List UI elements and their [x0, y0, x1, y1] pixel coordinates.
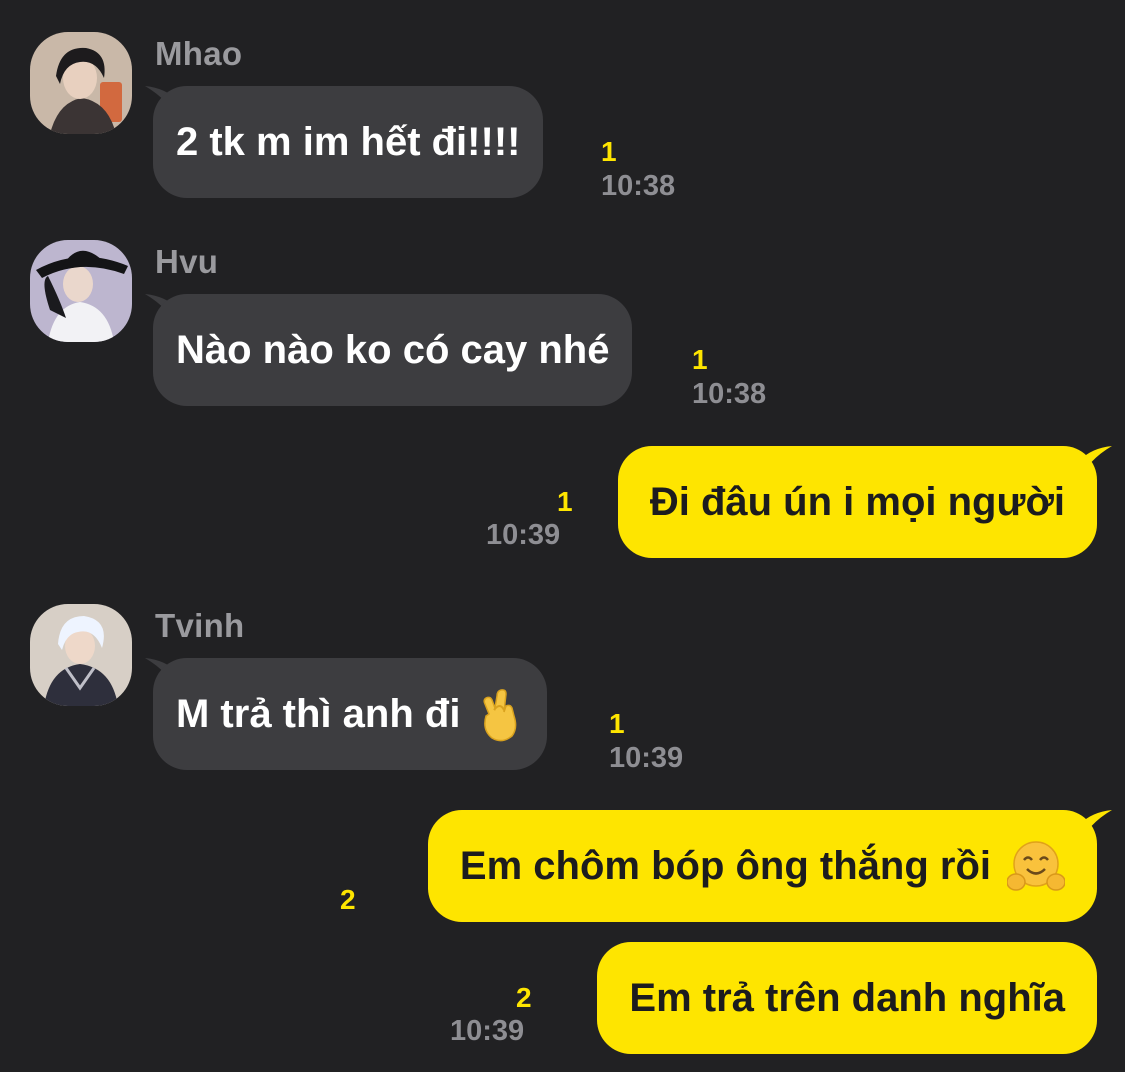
avatar-tvinh-photo [30, 604, 132, 706]
message-timestamp: 10:38 [692, 378, 767, 410]
unread-count: 1 [692, 344, 708, 375]
outgoing-message-bubble[interactable]: Em trả trên danh nghĩa [597, 942, 1097, 1054]
unread-count: 1 [557, 486, 573, 517]
message-timestamp: 10:39 [609, 742, 684, 774]
crossed-fingers-emoji [476, 686, 524, 742]
hugging-face-emoji [1007, 838, 1065, 894]
unread-count: 1 [601, 136, 617, 167]
message-text: 2 tk m im hết đi!!!! [176, 120, 521, 164]
sender-name: Mhao [155, 35, 243, 72]
message-text: M trả thì anh đi [176, 692, 461, 736]
message-text: Đi đâu ún i mọi người [649, 480, 1065, 524]
outgoing-message-bubble[interactable]: Đi đâu ún i mọi người [617, 446, 1097, 558]
sender-name: Tvinh [155, 607, 245, 644]
avatar-mhao[interactable] [30, 32, 132, 134]
message-timestamp: 10:39 [486, 519, 561, 551]
outgoing-message-bubble[interactable]: Em chôm bóp ông thắng rồi [427, 810, 1097, 922]
message-text: Nào nào ko có cay nhé [176, 328, 610, 372]
avatar-hvu[interactable] [30, 240, 132, 342]
incoming-message-bubble[interactable]: 2 tk m im hết đi!!!! [153, 86, 544, 198]
sender-name: Hvu [155, 243, 219, 280]
message-text: Em trả trên danh nghĩa [629, 976, 1065, 1020]
message-text: Em chôm bóp ông thắng rồi [459, 844, 991, 888]
message-timestamp: 10:39 [450, 1015, 525, 1047]
unread-count: 2 [516, 982, 532, 1013]
unread-count: 2 [340, 884, 356, 915]
avatar-tvinh[interactable] [30, 604, 132, 706]
incoming-message-bubble[interactable]: Nào nào ko có cay nhé [153, 294, 633, 406]
unread-count: 1 [609, 708, 625, 739]
incoming-message-bubble[interactable]: M trả thì anh đi [153, 658, 548, 770]
message-timestamp: 10:38 [601, 170, 676, 202]
avatar-hvu-photo [30, 240, 132, 342]
avatar-mhao-photo [30, 32, 132, 134]
